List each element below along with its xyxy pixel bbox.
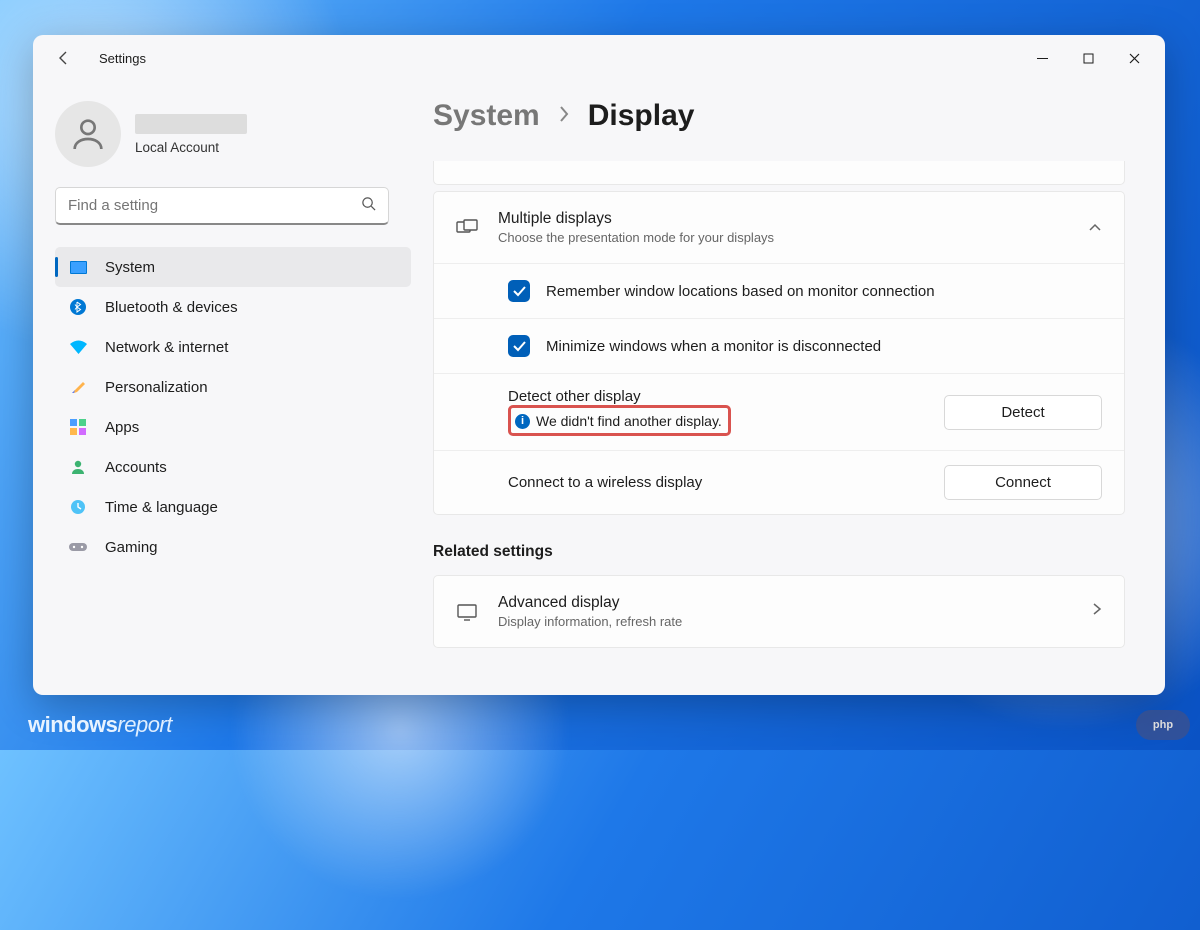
nav-label: Personalization [105,379,208,396]
sidebar-item-network[interactable]: Network & internet [55,327,411,367]
related-settings-heading: Related settings [433,543,1125,561]
nav-list: System Bluetooth & devices Network & int… [33,247,433,567]
avatar [55,101,121,167]
card-subtitle: Choose the presentation mode for your di… [498,230,774,245]
highlight-box: i We didn't find another display. [508,405,731,436]
profile-block[interactable]: Local Account [33,91,433,187]
sidebar-item-system[interactable]: System [55,247,411,287]
watermark: windowsreport [28,712,172,738]
nav-label: Apps [105,419,139,436]
detect-button[interactable]: Detect [944,395,1102,430]
sidebar-item-personalization[interactable]: Personalization [55,367,411,407]
chevron-right-icon [558,105,570,128]
wireless-display-row: Connect to a wireless display Connect [434,450,1124,514]
detect-hint: We didn't find another display. [536,413,722,429]
connect-button[interactable]: Connect [944,465,1102,500]
nav-label: System [105,259,155,276]
sidebar-item-time-language[interactable]: Time & language [55,487,411,527]
maximize-button[interactable] [1065,35,1111,81]
checkbox-checked[interactable] [508,280,530,302]
nav-label: Network & internet [105,339,228,356]
checkbox-label: Minimize windows when a monitor is disco… [546,338,881,355]
window-title: Settings [99,51,146,66]
apps-icon [69,418,87,436]
remember-locations-row[interactable]: Remember window locations based on monit… [434,263,1124,318]
sidebar: Local Account System Bluetooth & devices [33,81,433,695]
card-title: Advanced display [498,594,682,612]
accounts-icon [69,458,87,476]
minimize-button[interactable] [1019,35,1065,81]
chevron-right-icon [1092,602,1102,621]
close-button[interactable] [1111,35,1157,81]
breadcrumb-current: Display [588,99,695,133]
titlebar: Settings [33,35,1165,81]
checkbox-checked[interactable] [508,335,530,357]
wireless-title: Connect to a wireless display [508,474,944,491]
nav-label: Bluetooth & devices [105,299,238,316]
back-button[interactable] [49,43,79,73]
profile-name-redacted [135,114,247,134]
system-icon [69,258,87,276]
search-icon [361,196,376,216]
info-icon: i [515,414,530,429]
brush-icon [69,378,87,396]
detect-title: Detect other display [508,388,944,405]
php-badge: php [1136,710,1190,740]
monitor-icon [456,603,478,621]
multiple-displays-header[interactable]: Multiple displays Choose the presentatio… [434,192,1124,263]
search-box[interactable] [55,187,389,225]
card-title: Multiple displays [498,210,774,228]
detect-display-row: Detect other display i We didn't find an… [434,373,1124,450]
clock-icon [69,498,87,516]
content-area: System Display Multiple displays Choose … [433,81,1165,695]
multiple-displays-card: Multiple displays Choose the presentatio… [433,191,1125,515]
bluetooth-icon [69,298,87,316]
sidebar-item-gaming[interactable]: Gaming [55,527,411,567]
breadcrumb-parent[interactable]: System [433,99,540,133]
card-subtitle: Display information, refresh rate [498,614,682,629]
sidebar-item-bluetooth[interactable]: Bluetooth & devices [55,287,411,327]
account-type: Local Account [135,140,247,155]
nav-label: Accounts [105,459,167,476]
settings-window: Settings Local Account [33,35,1165,695]
displays-icon [456,219,478,237]
nav-label: Time & language [105,499,218,516]
minimize-on-disconnect-row[interactable]: Minimize windows when a monitor is disco… [434,318,1124,373]
breadcrumb: System Display [433,99,1125,133]
wifi-icon [69,338,87,356]
advanced-display-card[interactable]: Advanced display Display information, re… [433,575,1125,648]
checkbox-label: Remember window locations based on monit… [546,283,935,300]
previous-card-stub[interactable] [433,161,1125,185]
sidebar-item-apps[interactable]: Apps [55,407,411,447]
chevron-up-icon [1088,219,1102,237]
sidebar-item-accounts[interactable]: Accounts [55,447,411,487]
search-input[interactable] [68,197,361,214]
nav-label: Gaming [105,539,158,556]
gaming-icon [69,538,87,556]
